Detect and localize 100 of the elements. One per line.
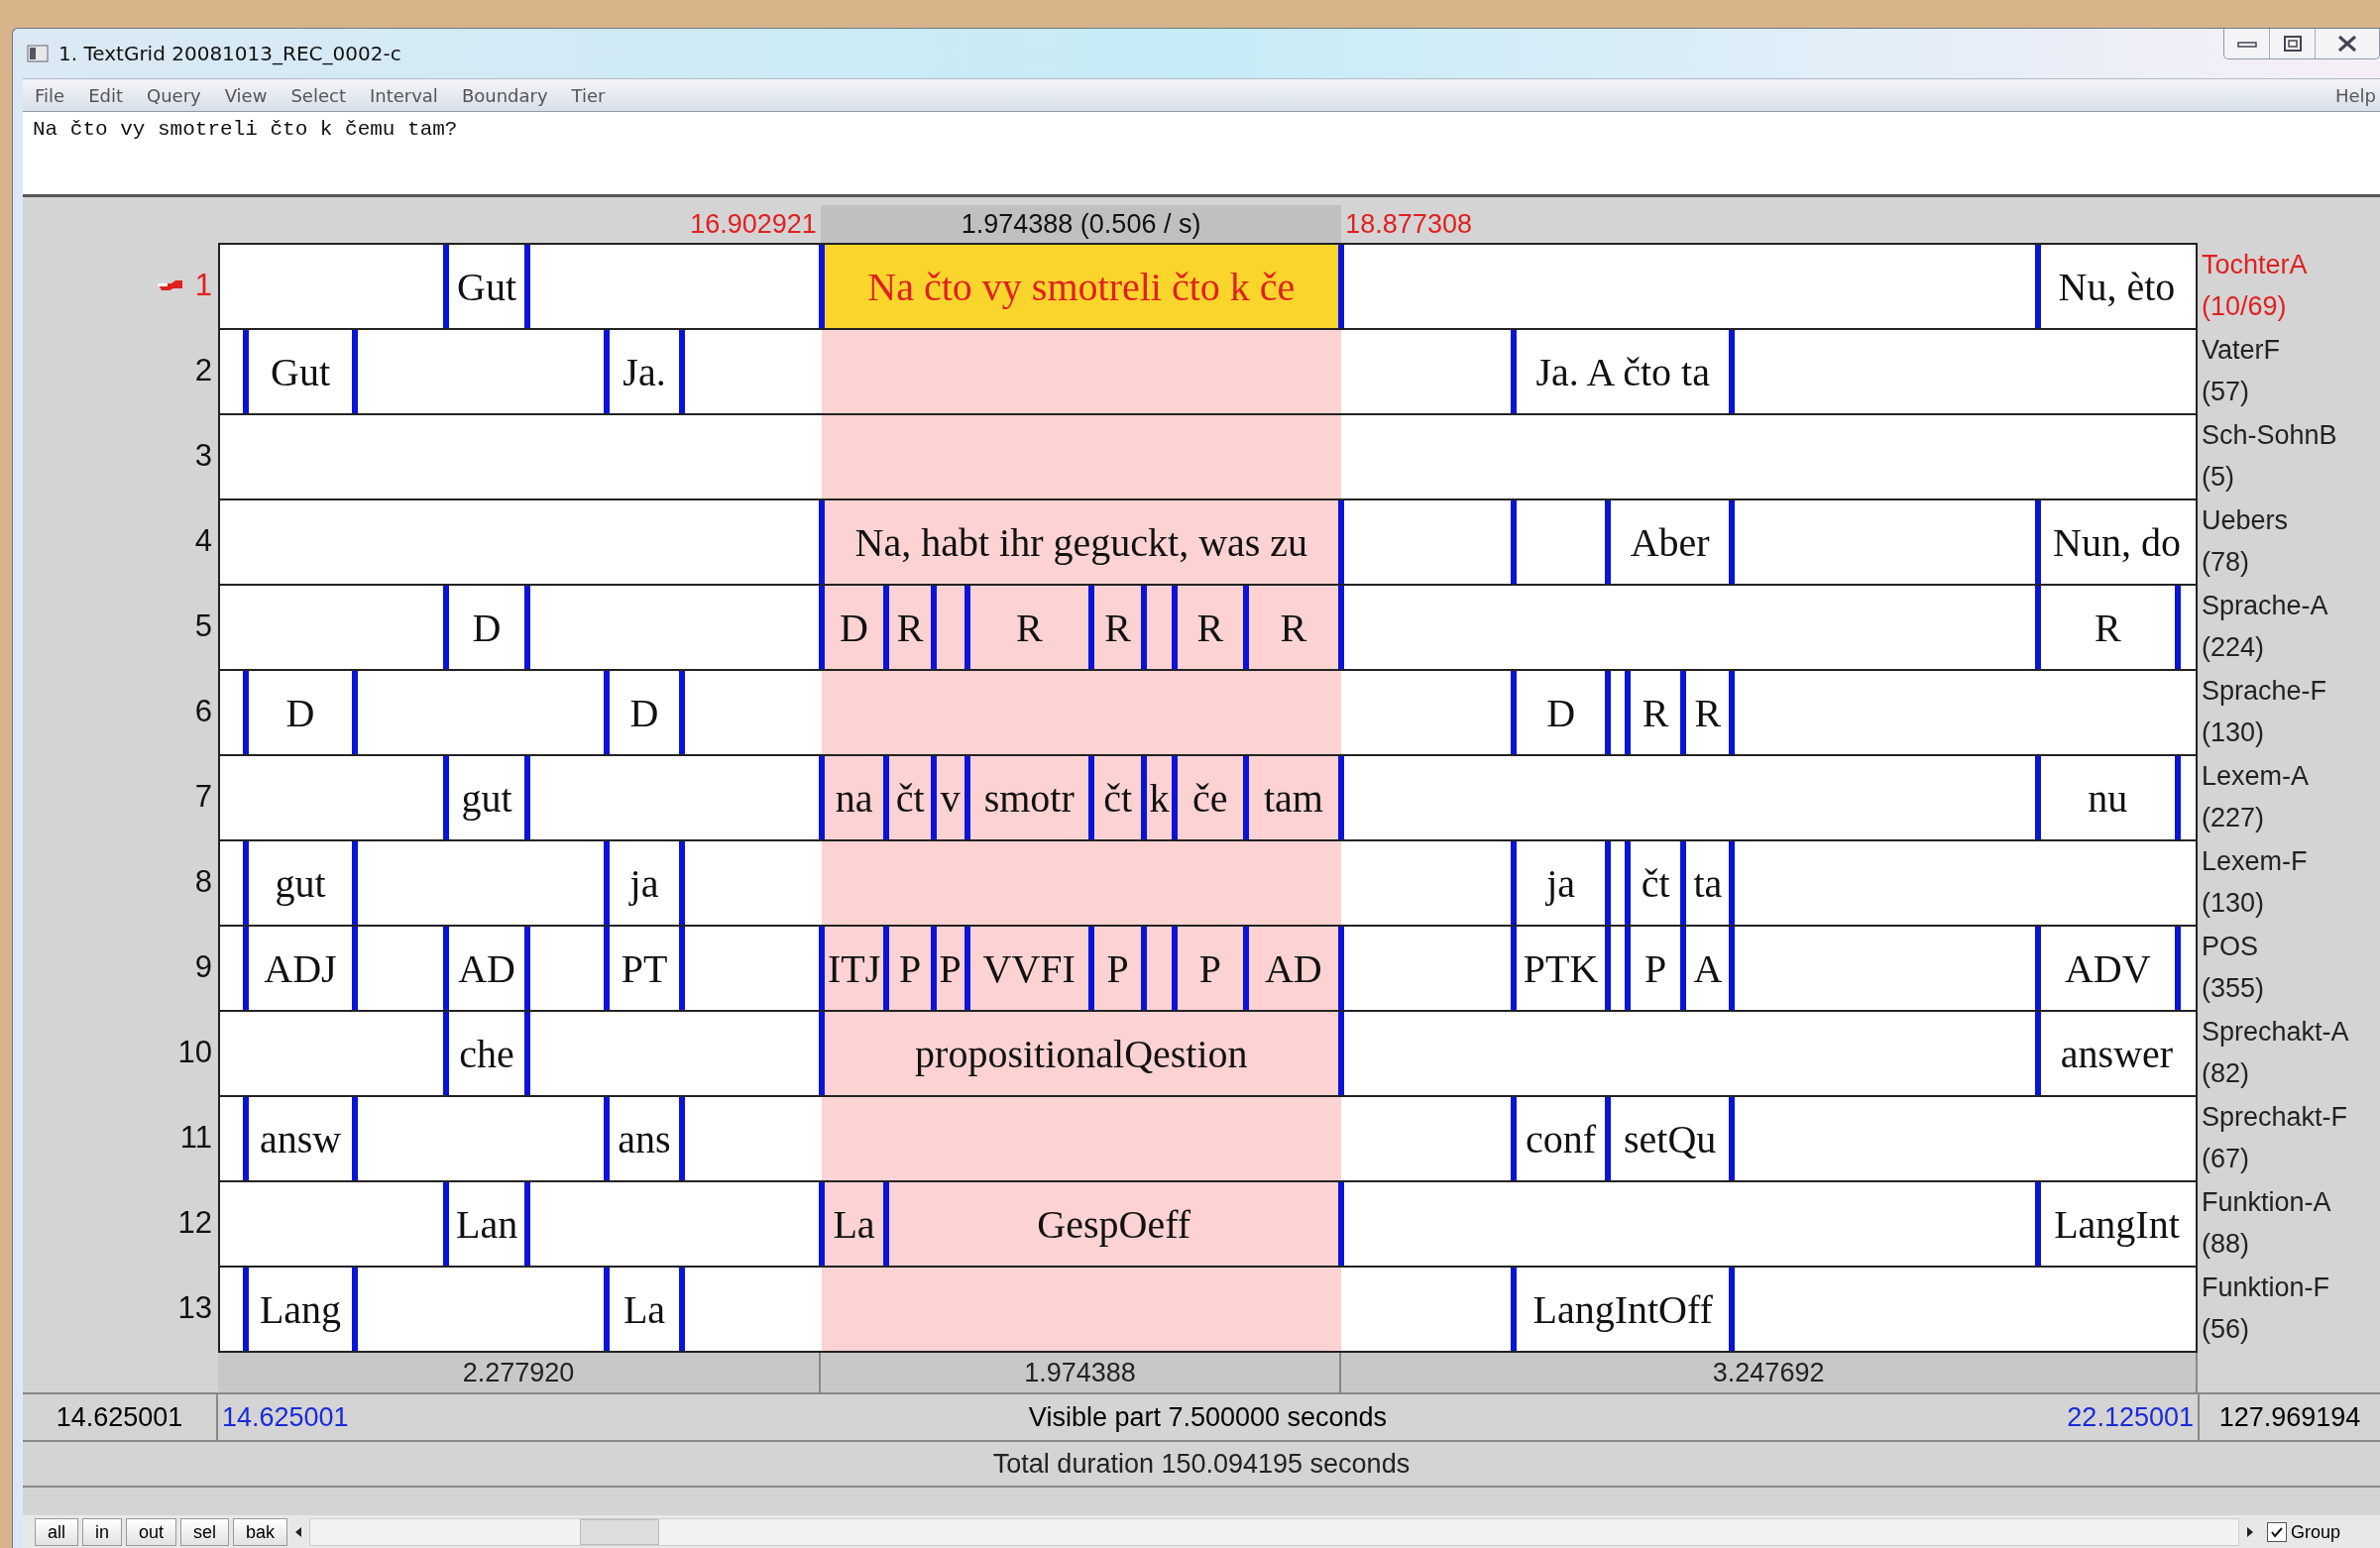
menu-item[interactable]: Select bbox=[290, 84, 346, 106]
boundary-marker[interactable] bbox=[818, 500, 825, 584]
boundary-marker[interactable] bbox=[1729, 1268, 1736, 1351]
boundary-marker[interactable] bbox=[679, 1268, 686, 1351]
boundary-marker[interactable] bbox=[1338, 586, 1344, 669]
boundary-marker[interactable] bbox=[2034, 245, 2041, 328]
boundary-marker[interactable] bbox=[524, 1182, 531, 1266]
interval-text[interactable]: gut bbox=[445, 756, 528, 839]
boundary-marker[interactable] bbox=[1242, 756, 1249, 839]
interval-text[interactable]: La bbox=[821, 1182, 887, 1266]
boundary-marker[interactable] bbox=[1511, 1268, 1518, 1351]
interval-text[interactable]: setQu bbox=[1608, 1097, 1733, 1180]
boundary-marker[interactable] bbox=[442, 756, 449, 839]
boundary-marker[interactable] bbox=[603, 927, 610, 1010]
interval-text[interactable]: nu bbox=[2037, 756, 2178, 839]
boundary-marker[interactable] bbox=[1338, 1012, 1344, 1095]
tier-name[interactable]: Sprechakt-F bbox=[2202, 1096, 2380, 1138]
boundary-marker[interactable] bbox=[818, 1182, 825, 1266]
tier-name[interactable]: Sprechakt-A bbox=[2202, 1011, 2380, 1052]
boundary-marker[interactable] bbox=[1511, 1097, 1518, 1180]
interval-text[interactable]: če bbox=[1174, 756, 1246, 839]
boundary-marker[interactable] bbox=[2034, 756, 2041, 839]
boundary-marker[interactable] bbox=[352, 841, 359, 925]
interval-text[interactable]: ta bbox=[1683, 841, 1733, 925]
interval-text[interactable]: na bbox=[821, 756, 887, 839]
interval-text[interactable]: Nun, do bbox=[2037, 500, 2196, 584]
boundary-marker[interactable] bbox=[818, 756, 825, 839]
boundary-marker[interactable] bbox=[242, 1268, 249, 1351]
boundary-marker[interactable] bbox=[2034, 1182, 2041, 1266]
group-checkbox[interactable] bbox=[2266, 1522, 2287, 1542]
interval-text[interactable]: answ bbox=[245, 1097, 356, 1180]
menu-item[interactable]: File bbox=[35, 84, 65, 106]
zoom-button[interactable]: out bbox=[126, 1518, 177, 1546]
boundary-marker[interactable] bbox=[679, 330, 686, 413]
menu-item[interactable]: Tier bbox=[571, 84, 606, 106]
boundary-marker[interactable] bbox=[352, 330, 359, 413]
interval-text[interactable]: P bbox=[1174, 927, 1246, 1010]
boundary-marker[interactable] bbox=[818, 927, 825, 1010]
boundary-marker[interactable] bbox=[1680, 841, 1687, 925]
boundary-marker[interactable] bbox=[1729, 927, 1736, 1010]
interval-text[interactable]: R bbox=[1627, 671, 1684, 754]
boundary-marker[interactable] bbox=[1511, 330, 1518, 413]
tier-name[interactable]: Funktion-F bbox=[2202, 1267, 2380, 1308]
boundary-marker[interactable] bbox=[1511, 500, 1518, 584]
boundary-marker[interactable] bbox=[1605, 671, 1612, 754]
duration-label[interactable]: 3.247692 bbox=[1341, 1353, 2198, 1392]
interval-text[interactable]: R bbox=[2037, 586, 2178, 669]
boundary-marker[interactable] bbox=[1087, 756, 1094, 839]
zoom-button[interactable]: sel bbox=[180, 1518, 230, 1546]
interval-text[interactable]: ADV bbox=[2037, 927, 2178, 1010]
boundary-marker[interactable] bbox=[883, 1182, 890, 1266]
boundary-marker[interactable] bbox=[352, 1097, 359, 1180]
interval-text[interactable]: Lang bbox=[245, 1268, 356, 1351]
boundary-marker[interactable] bbox=[242, 841, 249, 925]
boundary-marker[interactable] bbox=[679, 671, 686, 754]
boundary-marker[interactable] bbox=[603, 330, 610, 413]
tier-name[interactable]: Uebers bbox=[2202, 499, 2380, 541]
interval-text[interactable]: k bbox=[1144, 756, 1175, 839]
interval-text[interactable]: P bbox=[933, 927, 967, 1010]
interval-text[interactable]: La bbox=[606, 1268, 683, 1351]
duration-label[interactable]: 2.277920 bbox=[218, 1353, 821, 1392]
boundary-marker[interactable] bbox=[524, 245, 531, 328]
boundary-marker[interactable] bbox=[930, 756, 937, 839]
boundary-marker[interactable] bbox=[2034, 500, 2041, 584]
window-start-time[interactable]: 14.625001 bbox=[23, 1394, 218, 1440]
interval-text[interactable]: R bbox=[886, 586, 934, 669]
interval-text[interactable]: A bbox=[1683, 927, 1733, 1010]
interval-text[interactable]: che bbox=[445, 1012, 528, 1095]
interval-text[interactable]: čt bbox=[1627, 841, 1684, 925]
boundary-marker[interactable] bbox=[1511, 927, 1518, 1010]
boundary-marker[interactable] bbox=[1338, 1182, 1344, 1266]
interval-text[interactable]: D bbox=[1514, 671, 1609, 754]
interval-text[interactable]: Gut bbox=[245, 330, 356, 413]
interval-text[interactable]: conf bbox=[1514, 1097, 1609, 1180]
interval-text[interactable]: answer bbox=[2037, 1012, 2196, 1095]
boundary-marker[interactable] bbox=[883, 756, 890, 839]
interval-text[interactable]: R bbox=[1683, 671, 1733, 754]
boundary-marker[interactable] bbox=[1729, 841, 1736, 925]
interval-text[interactable]: propositionalQestion bbox=[821, 1012, 1341, 1095]
interval-text[interactable]: R bbox=[966, 586, 1091, 669]
interval-text[interactable]: Aber bbox=[1608, 500, 1733, 584]
boundary-marker[interactable] bbox=[442, 1012, 449, 1095]
boundary-marker[interactable] bbox=[352, 927, 359, 1010]
boundary-marker[interactable] bbox=[242, 927, 249, 1010]
interval-text[interactable]: čt bbox=[1090, 756, 1145, 839]
boundary-marker[interactable] bbox=[442, 245, 449, 328]
menu-item[interactable]: Edit bbox=[88, 84, 123, 106]
boundary-marker[interactable] bbox=[963, 927, 970, 1010]
interval-text[interactable]: D bbox=[445, 586, 528, 669]
boundary-marker[interactable] bbox=[1605, 841, 1612, 925]
boundary-marker[interactable] bbox=[1242, 927, 1249, 1010]
boundary-marker[interactable] bbox=[442, 927, 449, 1010]
boundary-marker[interactable] bbox=[1511, 671, 1518, 754]
interval-text[interactable]: Nu, èto bbox=[2037, 245, 2196, 328]
tier-name[interactable]: VaterF bbox=[2202, 329, 2380, 371]
interval-text[interactable]: AD bbox=[1245, 927, 1341, 1010]
boundary-marker[interactable] bbox=[1729, 500, 1736, 584]
interval-text[interactable]: LangIntOff bbox=[1514, 1268, 1733, 1351]
interval-text[interactable]: ja bbox=[606, 841, 683, 925]
menu-item[interactable]: Boundary bbox=[461, 84, 548, 106]
